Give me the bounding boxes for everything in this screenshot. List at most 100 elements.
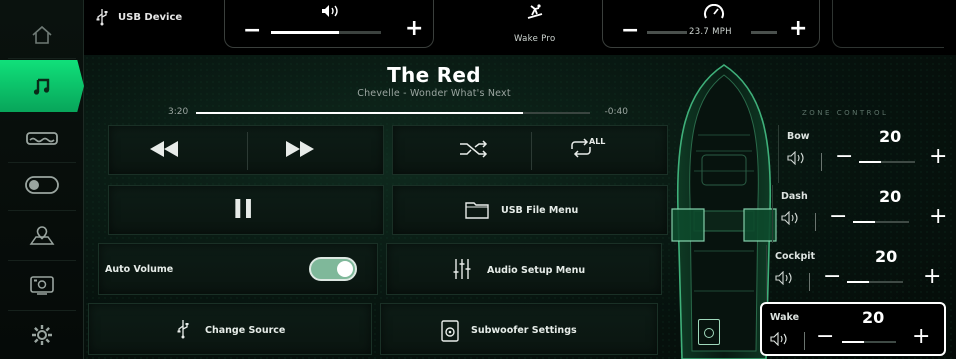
zone-control-title: ZONE CONTROL <box>802 109 889 117</box>
now-playing: The Red Chevelle - Wonder What's Next <box>184 63 684 99</box>
zone-cockpit[interactable]: Cockpit 20 − + <box>766 245 946 303</box>
speaker-icon <box>781 211 798 225</box>
source-indicator[interactable]: USB Device <box>96 8 182 26</box>
zone-volume-slider[interactable] <box>859 161 915 163</box>
zone-volume-up[interactable]: + <box>912 326 930 348</box>
transport-tile <box>108 125 384 175</box>
usb-icon <box>96 9 108 26</box>
speaker-volume-icon <box>322 5 338 17</box>
source-label: USB Device <box>118 11 183 23</box>
speedometer-icon <box>704 4 724 19</box>
camera-icon <box>30 276 54 295</box>
nav-settings[interactable] <box>0 310 84 359</box>
speed-down-button[interactable]: − <box>621 20 639 42</box>
zone-value: 20 <box>879 127 902 146</box>
map-pin-icon <box>29 226 55 245</box>
subwoofer-settings-label: Subwoofer Settings <box>471 325 577 336</box>
auto-volume-label: Auto Volume <box>105 264 174 275</box>
equalizer-icon <box>453 259 471 279</box>
folder-icon <box>465 202 489 219</box>
gear-icon <box>32 325 52 345</box>
usb-file-menu-button[interactable]: USB File Menu <box>392 185 668 235</box>
usb-icon <box>177 320 189 339</box>
side-navigation <box>0 0 84 359</box>
speed-track-left <box>647 31 687 34</box>
remaining-time: -0:40 <box>604 107 628 117</box>
nav-map[interactable] <box>0 210 84 260</box>
zone-volume-slider[interactable] <box>853 221 909 223</box>
pause-button[interactable]: II <box>108 185 384 235</box>
zone-volume-slider[interactable] <box>847 281 903 283</box>
subwoofer-settings-button[interactable]: Subwoofer Settings <box>380 303 658 355</box>
wake-mode-label: Wake Pro <box>514 34 556 44</box>
auto-volume-toggle[interactable] <box>309 257 357 281</box>
zone-value: 20 <box>862 308 885 327</box>
zone-name: Cockpit <box>775 251 816 262</box>
speaker-icon <box>775 271 792 285</box>
playback-mode-tile: ALL <box>392 125 668 175</box>
repeat-all-label: ALL <box>589 137 606 146</box>
elapsed-time: 3:20 <box>168 107 189 117</box>
zone-volume-down[interactable]: − <box>823 266 841 288</box>
nav-switches[interactable] <box>0 160 84 210</box>
music-note-icon <box>33 78 50 95</box>
zone-name: Wake <box>770 312 800 323</box>
boat-wave-icon <box>26 132 58 145</box>
nav-camera[interactable] <box>0 260 84 310</box>
progress-track[interactable] <box>196 112 590 114</box>
home-icon <box>32 25 52 44</box>
zone-volume-down[interactable]: − <box>835 146 853 168</box>
boat-subwoofer-icon[interactable] <box>698 319 720 345</box>
speaker-icon <box>787 151 804 165</box>
auto-volume-tile: Auto Volume <box>98 243 378 295</box>
master-volume-control: − + <box>224 0 434 48</box>
zone-volume-down[interactable]: − <box>816 326 834 348</box>
volume-down-button[interactable]: − <box>243 20 261 42</box>
speed-control: − 23.7 MPH + <box>602 0 820 48</box>
shuffle-icon <box>460 140 488 158</box>
zone-bow[interactable]: Bow 20 − + <box>778 125 956 183</box>
previous-button[interactable] <box>149 140 179 162</box>
toggle-switch-icon <box>25 176 59 194</box>
speed-value: 23.7 MPH <box>689 27 732 37</box>
master-volume-slider[interactable] <box>271 31 381 34</box>
zone-volume-up[interactable]: + <box>929 206 947 228</box>
nav-home[interactable] <box>0 10 84 60</box>
change-source-label: Change Source <box>205 325 286 336</box>
track-progress[interactable]: 3:20 -0:40 <box>168 107 628 121</box>
speaker-icon <box>770 332 787 346</box>
zone-dash[interactable]: Dash 20 − + <box>772 185 952 243</box>
subwoofer-icon <box>441 320 459 342</box>
volume-up-button[interactable]: + <box>405 18 423 40</box>
audio-setup-menu-button[interactable]: Audio Setup Menu <box>386 243 662 295</box>
usb-file-menu-label: USB File Menu <box>501 205 579 216</box>
nav-boat[interactable] <box>0 113 84 163</box>
speed-track-right <box>751 31 777 34</box>
track-artist-album: Chevelle - Wonder What's Next <box>357 88 511 99</box>
rewind-icon <box>150 141 178 157</box>
repeat-button[interactable]: ALL <box>569 137 605 163</box>
speed-up-button[interactable]: + <box>789 18 807 40</box>
change-source-button[interactable]: Change Source <box>88 303 372 355</box>
zone-name: Dash <box>781 191 808 202</box>
top-bar: USB Device − + Wake Pro − 23.7 MPH + <box>84 0 956 55</box>
next-button[interactable] <box>285 140 315 162</box>
pause-icon: II <box>233 195 255 225</box>
zone-volume-up[interactable]: + <box>929 146 947 168</box>
nav-audio[interactable] <box>0 60 84 112</box>
fast-forward-icon <box>286 141 314 157</box>
audio-setup-menu-label: Audio Setup Menu <box>487 265 586 276</box>
audio-main-panel: The Red Chevelle - Wonder What's Next 3:… <box>84 55 956 359</box>
zone-volume-up[interactable]: + <box>923 266 941 288</box>
zone-volume-down[interactable]: − <box>829 206 847 228</box>
wakeboarder-icon <box>527 4 543 19</box>
zone-value: 20 <box>875 247 898 266</box>
zone-wake[interactable]: Wake 20 − + <box>760 302 946 356</box>
wake-mode-indicator[interactable]: Wake Pro <box>456 0 616 48</box>
shuffle-button[interactable] <box>459 139 489 163</box>
track-title: The Red <box>387 63 481 87</box>
zone-value: 20 <box>879 187 902 206</box>
zone-volume-slider[interactable] <box>842 341 896 343</box>
zone-name: Bow <box>787 131 810 142</box>
top-right-panel <box>832 0 944 48</box>
